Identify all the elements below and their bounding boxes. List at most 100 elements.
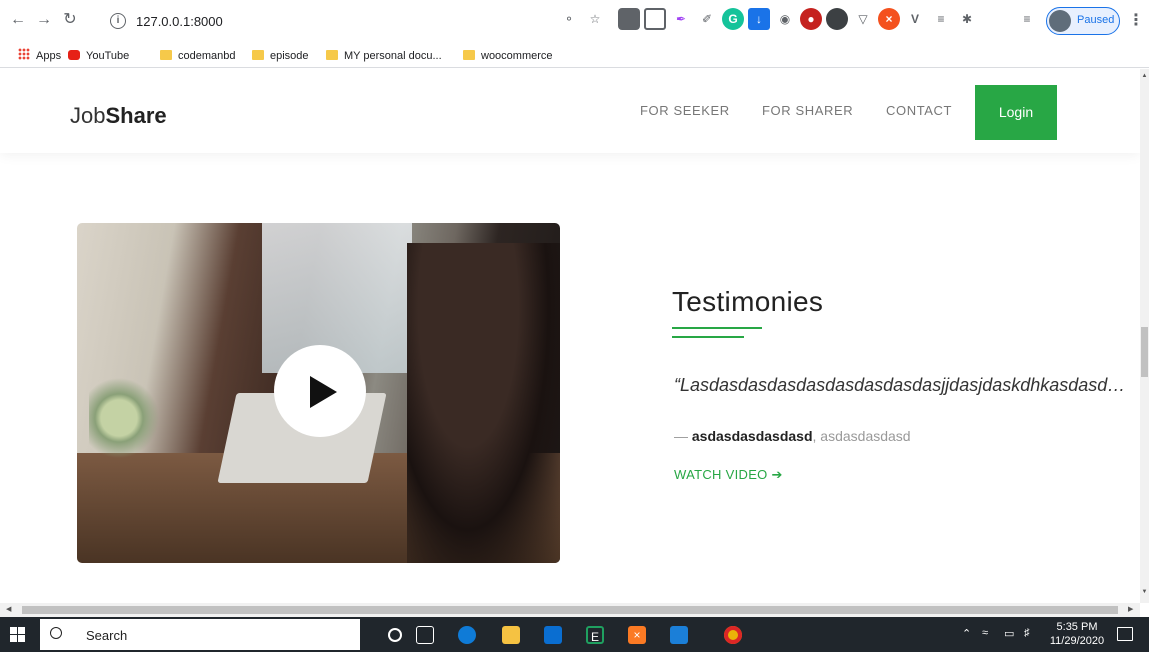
author-separator: , [812, 428, 817, 444]
clock-time: 5:35 PM [1056, 621, 1098, 633]
logo-bold-text: Share [105, 103, 167, 128]
reload-icon[interactable]: ↻ [60, 10, 80, 30]
clock[interactable]: 5:35 PM 11/29/2020 [1047, 620, 1107, 648]
apps-grid-icon [18, 48, 30, 60]
vue-icon[interactable]: V [904, 8, 926, 30]
scroll-thumb-h[interactable] [22, 606, 1118, 614]
watch-video-link[interactable]: WATCH VIDEO ➔ [674, 467, 783, 483]
testimonial-quote: “Lasdasdasdasdasdasdasdasdasjjdasjdaskdh… [674, 375, 1126, 395]
page-viewport: JobShare FOR SEEKER FOR SHARER CONTACT L… [0, 69, 1140, 603]
horizontal-scrollbar[interactable]: ◀ ▶ [0, 603, 1140, 617]
filter-icon[interactable]: ≡ [930, 8, 952, 30]
triangle-icon[interactable]: ▽ [852, 8, 874, 30]
author-name: asdasdasdasdasd [691, 428, 813, 444]
orange-x-icon[interactable]: × [878, 8, 900, 30]
scroll-left-icon[interactable]: ◀ [6, 605, 11, 613]
site-header: JobShare FOR SEEKER FOR SHARER CONTACT L… [0, 69, 1140, 153]
task-view-icon[interactable] [416, 626, 434, 644]
testimonial-author: — asdasdasdasdasd, asdasdasdasd [674, 428, 911, 444]
folder-icon [252, 50, 264, 60]
bookmark-label: Apps [36, 50, 62, 62]
puzzle-icon[interactable]: ✱ [956, 8, 978, 30]
windows-start-icon[interactable] [10, 627, 26, 643]
address-bar[interactable]: i 127.0.0.1:8000 [106, 6, 554, 36]
cortana-icon[interactable] [388, 628, 402, 642]
bookmark-codemanbd[interactable]: codemanbd [160, 48, 236, 64]
folder-icon [160, 50, 172, 60]
scroll-thumb[interactable] [1141, 327, 1148, 377]
url-text[interactable]: 127.0.0.1:8000 [136, 14, 223, 29]
stop-icon[interactable]: ● [800, 8, 822, 30]
bookmark-label: codemanbd [178, 50, 236, 62]
bookmark-label: episode [270, 50, 309, 62]
forward-icon[interactable]: → [34, 10, 54, 30]
nav-for-sharer[interactable]: FOR SHARER [762, 103, 853, 118]
wifi-icon[interactable]: ≈ [982, 627, 988, 639]
title-underline [672, 327, 762, 329]
bookmarks-bar: Apps YouTube codemanbd episode MY person… [0, 44, 1149, 68]
video-thumbnail[interactable] [77, 223, 560, 563]
app-e-icon[interactable]: E [586, 626, 604, 644]
screenshot-icon[interactable] [644, 8, 666, 30]
chrome-icon[interactable] [724, 626, 742, 644]
battery-icon[interactable]: ▭ [1004, 627, 1014, 640]
bookmark-label: MY personal docu... [344, 50, 442, 62]
reading-list-icon[interactable]: ≡ [1016, 8, 1038, 30]
search-icon [50, 627, 62, 639]
thumbnail-person [407, 243, 560, 563]
star-icon[interactable]: ☆ [584, 8, 606, 30]
clock-date: 11/29/2020 [1049, 635, 1105, 647]
download-icon[interactable]: ↓ [748, 8, 770, 30]
profile-button[interactable]: Paused [1046, 7, 1120, 35]
arrow-right-icon: ➔ [771, 467, 783, 482]
bookmark-woocommerce[interactable]: woocommerce [463, 48, 553, 64]
scroll-right-icon[interactable]: ▶ [1128, 605, 1133, 613]
site-info-icon[interactable]: i [110, 13, 126, 29]
file-explorer-icon[interactable] [502, 626, 520, 644]
edge-icon[interactable] [458, 626, 476, 644]
extension-dark-icon[interactable] [826, 8, 848, 30]
shield-icon[interactable] [618, 8, 640, 30]
eyedropper-icon[interactable]: ✐ [696, 8, 718, 30]
folder-icon [463, 50, 475, 60]
bookmark-personal-docs[interactable]: MY personal docu... [326, 48, 442, 64]
nav-for-seeker[interactable]: FOR SEEKER [640, 103, 730, 118]
youtube-icon [68, 50, 80, 60]
vscode-icon[interactable] [670, 626, 688, 644]
back-icon[interactable]: ← [8, 10, 28, 30]
login-button[interactable]: Login [975, 85, 1057, 140]
scroll-up-icon[interactable]: ▲ [1141, 73, 1148, 80]
browser-toolbar: ← → ↻ i 127.0.0.1:8000 ⚬ ☆ ✒ ✐ G ↓ ◉ ● ▽… [0, 0, 1149, 44]
camera-icon[interactable]: ◉ [774, 8, 796, 30]
search-label: Search [86, 628, 128, 643]
bookmark-youtube[interactable]: YouTube [68, 48, 129, 64]
title-underline-short [672, 336, 744, 338]
watch-video-label: WATCH VIDEO [674, 467, 768, 482]
key-icon[interactable]: ⚬ [558, 8, 580, 30]
bookmark-label: YouTube [86, 50, 130, 62]
notifications-icon[interactable] [1117, 627, 1133, 641]
author-dash: — [674, 428, 688, 444]
taskbar: Search E × ⌃ ≈ ▭ ♯ 5:35 PM 11/29/2020 [0, 617, 1149, 652]
tray-chevron-icon[interactable]: ⌃ [962, 627, 971, 640]
vertical-scrollbar[interactable]: ▲ ▼ [1140, 69, 1149, 603]
play-button[interactable] [274, 345, 366, 437]
thumbnail-plant [89, 373, 164, 523]
section-title: Testimonies [672, 286, 824, 317]
volume-icon[interactable]: ♯ [1024, 627, 1030, 639]
grammarly-icon[interactable]: G [722, 8, 744, 30]
profile-status: Paused [1077, 14, 1115, 26]
bookmark-episode[interactable]: episode [252, 48, 309, 64]
store-icon[interactable] [544, 626, 562, 644]
xampp-icon[interactable]: × [628, 626, 646, 644]
pen-icon[interactable]: ✒ [670, 8, 692, 30]
folder-icon [326, 50, 338, 60]
taskbar-search[interactable]: Search [40, 619, 360, 650]
logo-light-text: Job [70, 103, 106, 128]
nav-contact[interactable]: CONTACT [886, 103, 952, 118]
bookmark-apps[interactable]: Apps [18, 48, 61, 64]
menu-icon[interactable]: ⋮ [1128, 10, 1144, 30]
site-logo[interactable]: JobShare [70, 103, 167, 129]
play-icon [310, 376, 337, 408]
scroll-down-icon[interactable]: ▼ [1141, 589, 1148, 596]
